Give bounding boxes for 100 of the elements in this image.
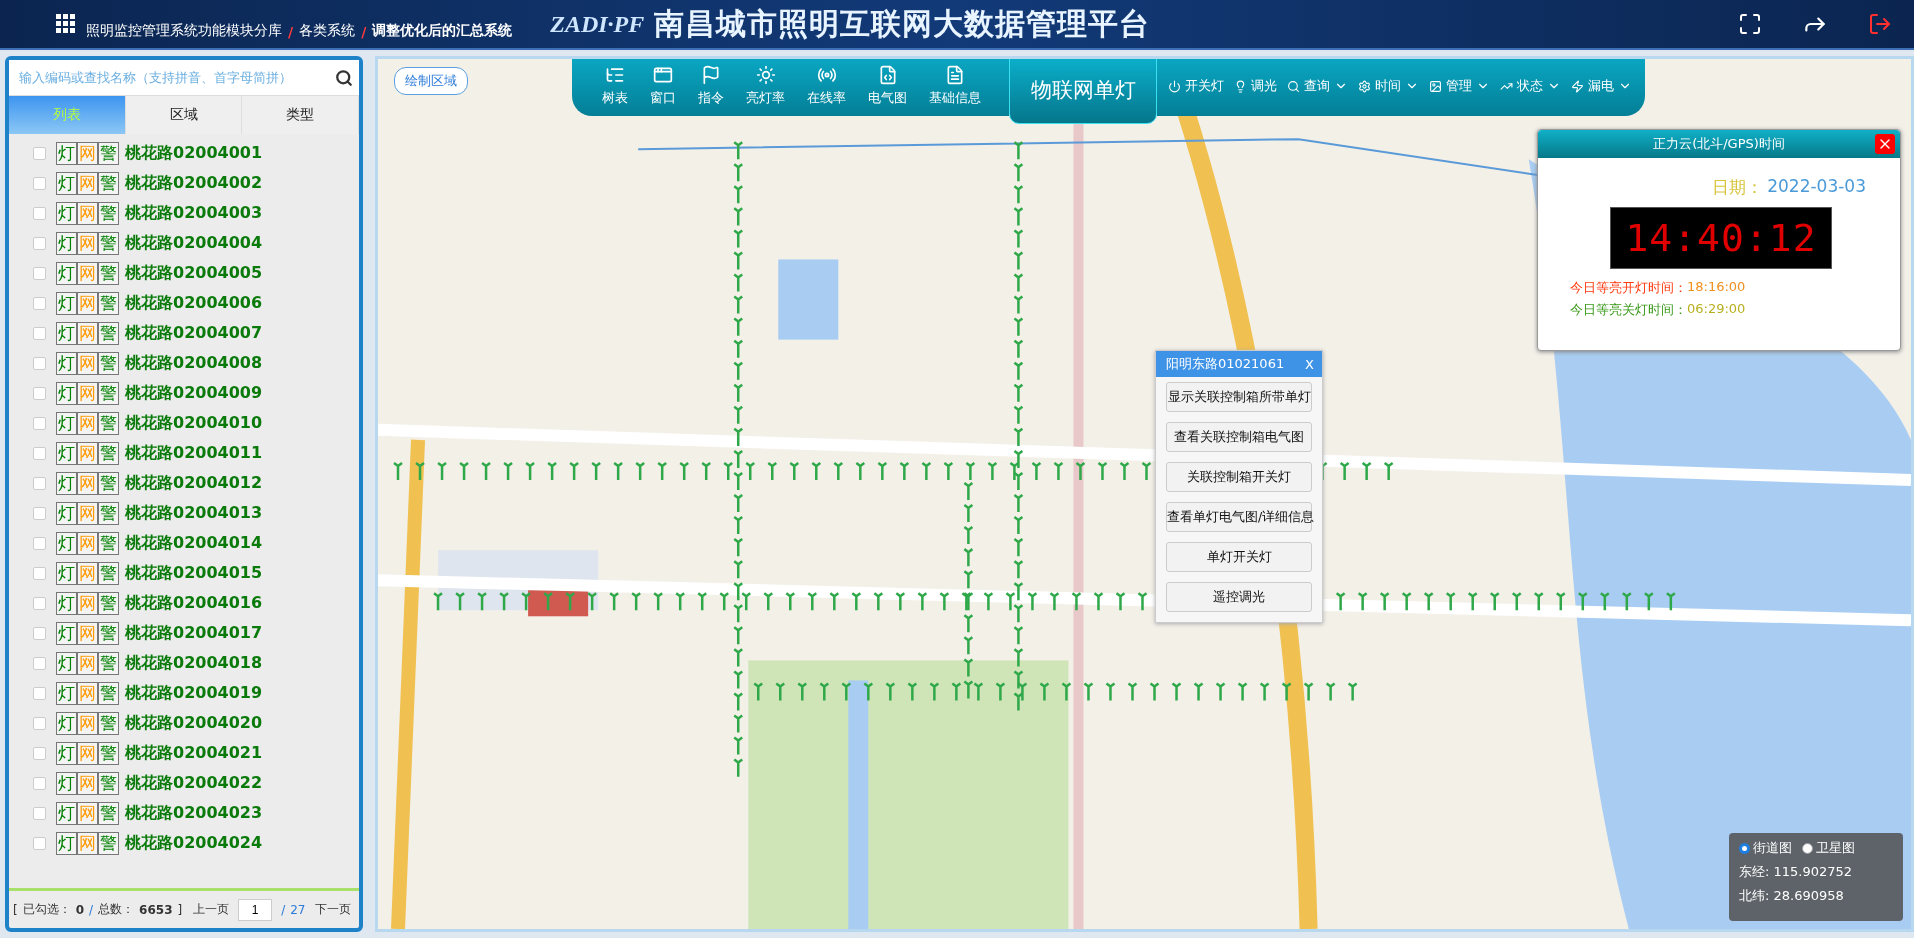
row-checkbox[interactable] (33, 176, 46, 190)
grid-menu-icon[interactable] (56, 14, 76, 34)
toolbar-button[interactable]: 窗口 (644, 65, 682, 107)
device-name[interactable]: 桃花路02004001 (125, 142, 263, 164)
status-tag: 警 (98, 681, 119, 705)
device-name[interactable]: 桃花路02004005 (125, 262, 263, 284)
row-checkbox[interactable] (33, 566, 46, 580)
menu-item[interactable]: 漏电 (1568, 77, 1635, 95)
toolbar-button[interactable]: 在线率 (801, 65, 852, 107)
toolbar-button[interactable]: 基础信息 (923, 65, 987, 107)
row-checkbox[interactable] (33, 596, 46, 610)
menu-item[interactable]: 开关灯 (1165, 77, 1227, 95)
status-tag: 灯 (56, 801, 77, 825)
mode-title: 物联网单灯 (1009, 59, 1157, 124)
map-type-option[interactable]: 卫星图 (1802, 839, 1855, 857)
row-checkbox[interactable] (33, 656, 46, 670)
row-checkbox[interactable] (33, 296, 46, 310)
action-button[interactable]: 查看关联控制箱电气图 (1166, 422, 1312, 452)
status-tag: 警 (98, 531, 119, 555)
device-name[interactable]: 桃花路02004023 (125, 802, 263, 824)
device-name[interactable]: 桃花路02004011 (125, 442, 263, 464)
longitude-text: 东经: 115.902752 (1739, 864, 1853, 879)
device-name[interactable]: 桃花路02004008 (125, 352, 263, 374)
radio-icon[interactable] (1802, 842, 1813, 854)
row-checkbox[interactable] (33, 476, 46, 490)
toolbar-button[interactable]: 电气图 (862, 65, 913, 107)
menu-item[interactable]: 调光 (1231, 77, 1280, 95)
breadcrumb-link[interactable]: 调整优化后的汇总系统 (372, 22, 513, 40)
device-name[interactable]: 桃花路02004004 (125, 232, 263, 254)
logout-icon[interactable] (1868, 12, 1892, 36)
device-name[interactable]: 桃花路02004012 (125, 472, 263, 494)
search-icon[interactable] (335, 68, 353, 87)
toolbar-button[interactable]: 指令 (692, 65, 730, 107)
action-button[interactable]: 关联控制箱开关灯 (1166, 462, 1312, 492)
prev-page-link[interactable]: 上一页 (193, 901, 230, 918)
menu-item[interactable]: 管理 (1426, 77, 1493, 95)
action-button[interactable]: 查看单灯电气图/详细信息 (1166, 502, 1312, 532)
map-type-option[interactable]: 街道图 (1739, 839, 1792, 857)
row-checkbox[interactable] (33, 836, 46, 850)
device-name[interactable]: 桃花路02004018 (125, 652, 263, 674)
draw-area-button[interactable]: 绘制区域 (394, 67, 468, 95)
row-checkbox[interactable] (33, 386, 46, 400)
device-name[interactable]: 桃花路02004007 (125, 322, 263, 344)
row-checkbox[interactable] (33, 326, 46, 340)
device-name[interactable]: 桃花路02004010 (125, 412, 263, 434)
bracket-text: [ (13, 902, 18, 917)
logo-text: ZADI·PF (550, 10, 645, 38)
action-button[interactable]: 显示关联控制箱所带单灯 (1166, 382, 1312, 412)
toolbar-button[interactable]: 树表 (596, 65, 634, 107)
row-checkbox[interactable] (33, 206, 46, 220)
row-checkbox[interactable] (33, 236, 46, 250)
breadcrumb-link[interactable]: 照明监控管理系统功能模块分库 (86, 22, 282, 40)
toolbar-button[interactable]: 亮灯率 (740, 65, 791, 107)
device-name[interactable]: 桃花路02004020 (125, 712, 263, 734)
device-name[interactable]: 桃花路02004022 (125, 772, 263, 794)
action-button[interactable]: 单灯开关灯 (1166, 542, 1312, 572)
row-checkbox[interactable] (33, 356, 46, 370)
close-button[interactable]: X (1305, 356, 1314, 372)
device-name[interactable]: 桃花路02004013 (125, 502, 263, 524)
menu-item[interactable]: 时间 (1355, 77, 1422, 95)
row-checkbox[interactable] (33, 806, 46, 820)
row-checkbox[interactable] (33, 416, 46, 430)
device-name[interactable]: 桃花路02004017 (125, 622, 263, 644)
device-name[interactable]: 桃花路02004009 (125, 382, 263, 404)
device-name[interactable]: 桃花路02004003 (125, 202, 263, 224)
status-tag: 灯 (56, 591, 77, 615)
menu-item[interactable]: 状态 (1497, 77, 1564, 95)
row-checkbox[interactable] (33, 266, 46, 280)
device-name[interactable]: 桃花路02004021 (125, 742, 263, 764)
row-checkbox[interactable] (33, 716, 46, 730)
action-button[interactable]: 遥控调光 (1166, 582, 1312, 612)
device-name[interactable]: 桃花路02004015 (125, 562, 263, 584)
status-tag: 网 (77, 561, 98, 585)
status-tag: 灯 (56, 621, 77, 645)
close-button[interactable] (1875, 134, 1895, 154)
row-checkbox[interactable] (33, 746, 46, 760)
row-checkbox[interactable] (33, 146, 46, 160)
device-name[interactable]: 桃花路02004006 (125, 292, 263, 314)
device-name[interactable]: 桃花路02004014 (125, 532, 263, 554)
device-name[interactable]: 桃花路02004024 (125, 832, 263, 854)
row-checkbox[interactable] (33, 446, 46, 460)
digital-clock: 14:40:12 (1610, 207, 1832, 269)
next-page-link[interactable]: 下一页 (314, 901, 351, 918)
status-tag: 网 (77, 771, 98, 795)
status-tag: 灯 (56, 261, 77, 285)
device-name[interactable]: 桃花路02004002 (125, 172, 263, 194)
row-checkbox[interactable] (33, 536, 46, 550)
row-checkbox[interactable] (33, 506, 46, 520)
row-checkbox[interactable] (33, 776, 46, 790)
status-tag: 警 (98, 171, 119, 195)
device-name[interactable]: 桃花路02004016 (125, 592, 263, 614)
device-name[interactable]: 桃花路02004019 (125, 682, 263, 704)
fullscreen-icon[interactable] (1738, 12, 1762, 36)
menu-item[interactable]: 查询 (1284, 77, 1351, 95)
search-box[interactable]: 输入编码或查找名称（支持拼音、首字母简拼） (9, 60, 359, 96)
page-number-field[interactable]: 1 (238, 898, 273, 921)
breadcrumb-link[interactable]: 各类系统 (299, 22, 356, 40)
row-checkbox[interactable] (33, 686, 46, 700)
radio-icon[interactable] (1739, 842, 1750, 854)
row-checkbox[interactable] (33, 626, 46, 640)
